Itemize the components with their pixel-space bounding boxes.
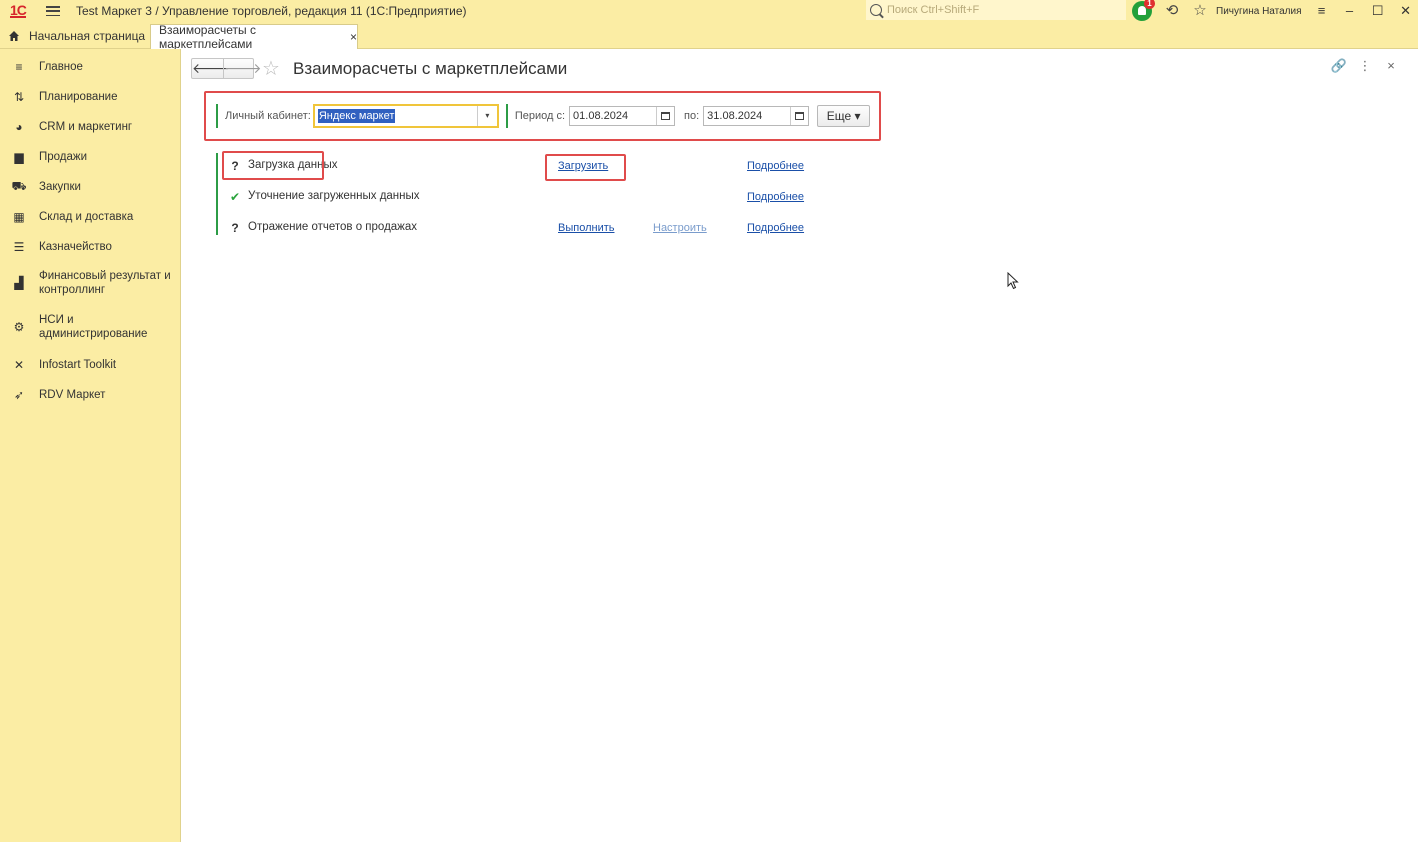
history-icon[interactable]: ⟲ [1162,0,1182,22]
main-content: 🡐 🡒 ☆ Взаиморасчеты с маркетплейсами 🔗 ⋮… [182,50,1418,842]
sidebar: ≡ Главное ⇅ Планирование ◕ CRM и маркети… [0,49,181,842]
cabinet-label: Личный кабинет: [225,110,311,122]
tools-icon: ✕ [13,358,25,372]
sidebar-item-main[interactable]: ≡ Главное [0,59,181,75]
settings-menu-icon[interactable]: ≡ [1308,0,1336,22]
details-link[interactable]: Подробнее [747,191,804,203]
cabinet-select[interactable]: Яндекс маркет ▾ [312,104,499,128]
rocket-icon: ➶ [13,388,25,402]
sidebar-item-planning[interactable]: ⇅ Планирование [0,89,181,105]
sidebar-item-warehouse[interactable]: ▦ Склад и доставка [0,209,181,225]
tab-active-label: Взаиморасчеты с маркетплейсами [159,23,257,51]
sidebar-item-label: Закупки [39,181,81,193]
current-user[interactable]: Пичугина Наталия [1216,6,1302,17]
sidebar-item-label: Склад и доставка [39,211,134,223]
sidebar-item-crm[interactable]: ◕ CRM и маркетинг [0,119,181,135]
menu-lines-icon: ≡ [15,60,23,74]
warehouse-icon: ▦ [13,210,25,224]
highlight-step-name [222,151,324,180]
notification-badge: 1 [1144,0,1155,9]
sidebar-item-label: CRM и маркетинг [39,121,133,133]
1c-logo[interactable]: 1С [10,3,36,19]
sidebar-item-label: Планирование [39,91,118,103]
tab-home-label: Начальная страница [29,28,146,43]
favorites-star-icon[interactable]: ☆ [1190,0,1210,22]
cart-icon: ⛟ [11,179,27,193]
back-arrow-icon[interactable]: 🡐 [192,59,230,78]
step-row: ✔ Уточнение загруженных данных Подробнее [216,187,916,207]
tab-marketplace-settlements[interactable]: Взаиморасчеты с маркетплейсами × [150,23,358,51]
page-title: Взаиморасчеты с маркетплейсами [293,59,568,78]
close-form-icon[interactable]: × [1378,58,1404,74]
shopping-bag-icon: ▆ [14,150,24,164]
more-button[interactable]: Еще ▾ [817,105,871,127]
minimize-button[interactable]: – [1336,0,1364,22]
tab-home[interactable]: Начальная страница [0,22,148,49]
link-icon[interactable]: 🔗 [1326,58,1352,74]
highlight-load-link [545,154,626,181]
search-input[interactable]: Поиск Ctrl+Shift+F [887,4,979,16]
period-to-value[interactable]: 31.08.2024 [704,110,790,122]
gear-icon: ⚙ [13,320,25,334]
details-link[interactable]: Подробнее [747,222,804,234]
accent-bar [216,104,218,128]
sidebar-item-label: RDV Маркет [39,389,106,401]
sidebar-item-finance[interactable]: ▟ Финансовый результат и контроллинг [0,269,181,297]
main-menu-icon[interactable] [46,6,60,16]
chevron-down-icon[interactable]: ▾ [476,106,497,126]
calendar-icon[interactable] [656,107,674,125]
filter-panel: Личный кабинет: Яндекс маркет ▾ Период с… [216,102,871,130]
question-icon: ? [231,221,239,235]
checkmark-icon: ✔ [229,190,241,204]
sidebar-item-label: Infostart Toolkit [39,359,117,371]
period-from-value[interactable]: 01.08.2024 [570,110,656,122]
sidebar-item-infostart[interactable]: ✕ Infostart Toolkit [0,357,181,373]
sidebar-item-label: НСИ и администрирование [39,314,148,340]
planning-icon: ⇅ [13,90,25,104]
mouse-cursor-icon [1007,272,1019,290]
step-name: Отражение отчетов о продажах [248,221,418,233]
cabinet-value: Яндекс маркет [317,109,396,123]
bar-chart-icon: ▟ [14,276,24,290]
more-vertical-icon[interactable]: ⋮ [1352,58,1378,74]
close-window-button[interactable]: ✕ [1392,0,1418,22]
step-name: Уточнение загруженных данных [248,190,420,202]
configure-link[interactable]: Настроить [653,222,707,234]
home-icon [9,30,19,41]
sidebar-item-label: Главное [39,61,83,73]
sidebar-item-sales[interactable]: ▆ Продажи [0,149,181,165]
step-row: ? Отражение отчетов о продажах Выполнить… [216,218,916,238]
maximize-button[interactable]: ☐ [1364,0,1392,22]
period-to-label: по: [684,110,700,122]
sidebar-item-purchases[interactable]: ⛟ Закупки [0,179,181,195]
period-from-label: Период с: [514,110,566,122]
period-from-field[interactable]: 01.08.2024 [569,106,676,126]
details-link[interactable]: Подробнее [747,160,804,172]
search-icon [870,4,882,16]
more-label: Еще [826,109,852,123]
tab-bar: Начальная страница Взаиморасчеты с марке… [0,22,1418,51]
accent-bar [505,104,508,128]
logo-text: 1С [10,2,27,18]
period-to-field[interactable]: 31.08.2024 [703,106,810,126]
sidebar-item-label: Продажи [39,151,88,163]
sidebar-item-treasury[interactable]: ☰ Казначейство [0,239,181,255]
sidebar-item-label: Казначейство [39,241,112,253]
sidebar-item-label: Финансовый результат и контроллинг [39,270,171,296]
coins-icon: ☰ [13,240,25,254]
nav-buttons: 🡐 🡒 [191,58,262,79]
close-tab-icon[interactable]: × [350,30,357,44]
notifications-icon[interactable]: 1 [1132,0,1155,21]
title-bar: 1С Test Маркет 3 / Управление торговлей,… [0,0,1418,22]
forward-arrow-icon[interactable]: 🡒 [223,59,262,78]
sidebar-item-rdv[interactable]: ➶ RDV Маркет [0,387,181,403]
window-title: Test Маркет 3 / Управление торговлей, ре… [76,4,467,18]
sidebar-item-admin[interactable]: ⚙ НСИ и администрирование [0,313,181,341]
global-search[interactable]: Поиск Ctrl+Shift+F [866,0,1126,20]
pie-chart-icon: ◕ [15,120,23,134]
execute-link[interactable]: Выполнить [558,222,614,234]
favorite-star-icon[interactable]: ☆ [262,56,280,81]
calendar-icon[interactable] [790,107,808,125]
